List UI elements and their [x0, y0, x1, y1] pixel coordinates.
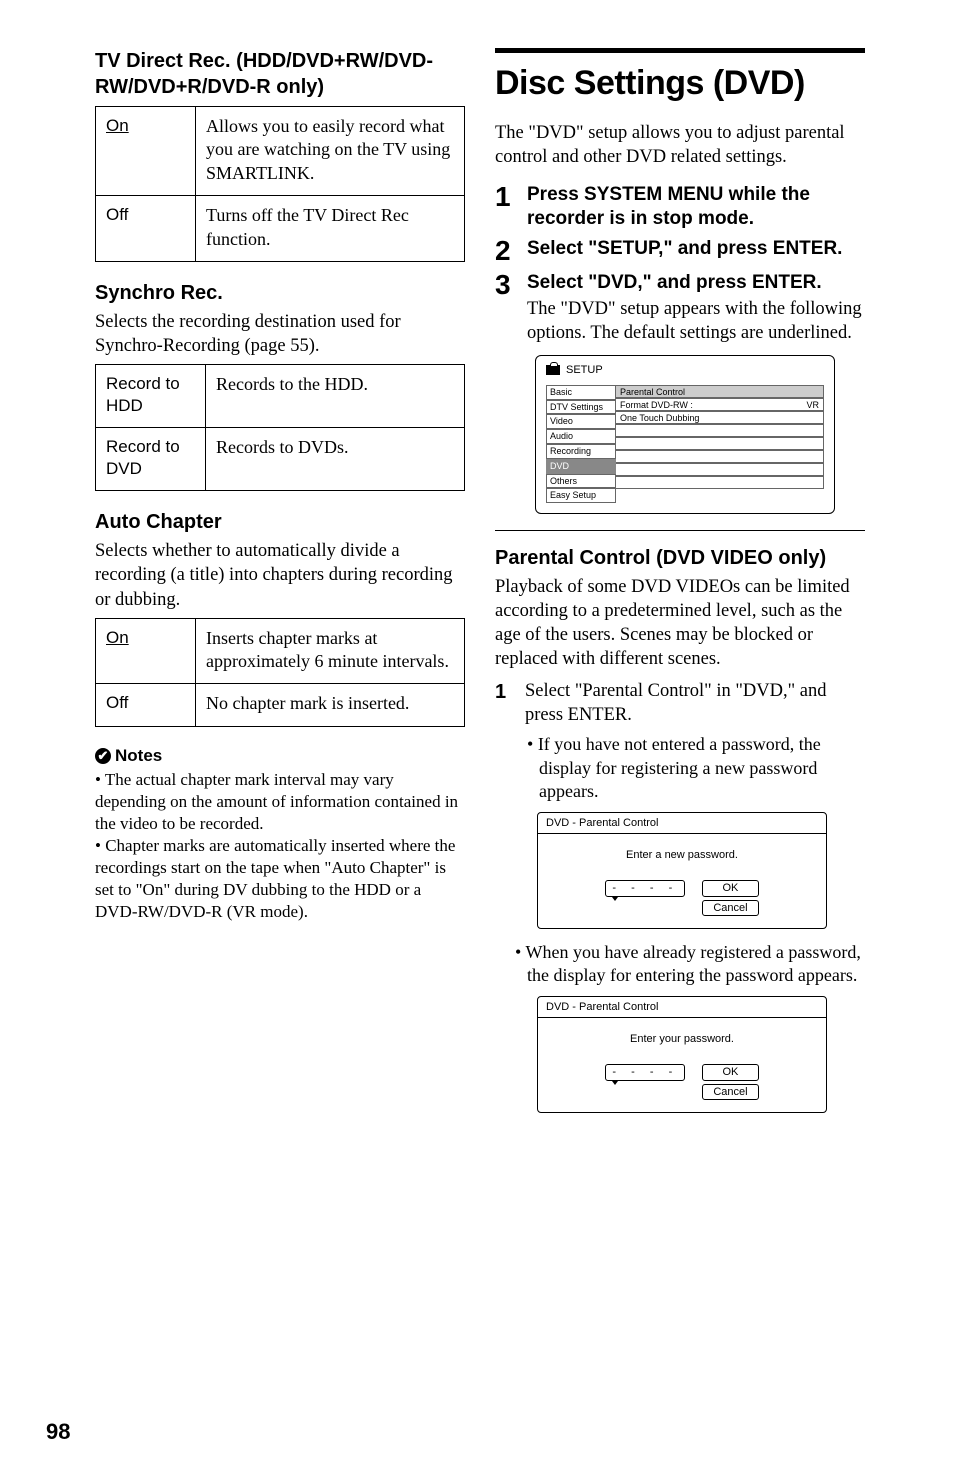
- setup-item-empty: [616, 476, 824, 489]
- dialog-title: DVD - Parental Control: [538, 813, 826, 834]
- opt-key: Off: [96, 684, 196, 726]
- substep-body: Select "Parental Control" in "DVD," and …: [525, 679, 865, 727]
- step-text: Select "DVD," and press ENTER.: [527, 271, 865, 295]
- setup-tab: Video: [546, 414, 616, 429]
- opt-val: Allows you to easily record what you are…: [196, 107, 465, 196]
- opt-key: On: [106, 628, 129, 647]
- note-item: Chapter marks are automatically inserted…: [95, 835, 465, 923]
- setup-tab: Audio: [546, 429, 616, 444]
- osd-title: SETUP: [566, 364, 603, 377]
- substep-number: 1: [495, 679, 513, 727]
- sub-bullet: If you have not entered a password, the …: [527, 733, 865, 803]
- dialog-new-password: DVD - Parental Control Enter a new passw…: [537, 812, 827, 929]
- auto-chapter-body: Selects whether to automatically divide …: [95, 539, 465, 611]
- setup-tab: Easy Setup: [546, 488, 616, 503]
- ok-button[interactable]: OK: [702, 880, 758, 896]
- step-number: 3: [495, 271, 515, 345]
- osd-setup-screen: SETUP Basic DTV Settings Video Audio Rec…: [535, 355, 835, 515]
- setup-item-empty: [616, 437, 824, 450]
- step-number: 2: [495, 237, 515, 265]
- synchro-rec-heading: Synchro Rec.: [95, 280, 465, 306]
- setup-tab: Others: [546, 474, 616, 489]
- auto-chapter-table: On Inserts chapter marks at approximatel…: [95, 618, 465, 727]
- opt-val: Records to DVDs.: [206, 428, 465, 491]
- setup-item-empty: [616, 424, 824, 437]
- step-text: Press SYSTEM MENU while the recorder is …: [527, 183, 865, 231]
- auto-chapter-heading: Auto Chapter: [95, 509, 465, 535]
- section-rule: [495, 48, 865, 53]
- cancel-button[interactable]: Cancel: [702, 900, 758, 916]
- parental-control-body: Playback of some DVD VIDEOs can be limit…: [495, 575, 865, 671]
- opt-key: On: [106, 116, 129, 135]
- section-lead: The "DVD" setup allows you to adjust par…: [495, 121, 865, 169]
- sub-bullet: When you have already registered a passw…: [515, 941, 865, 988]
- opt-val: Turns off the TV Direct Rec function.: [196, 196, 465, 262]
- dialog-title: DVD - Parental Control: [538, 997, 826, 1018]
- notes-heading: ✔ Notes: [95, 745, 465, 767]
- setup-item-empty: [616, 463, 824, 476]
- setup-item-value: VR: [806, 400, 819, 409]
- dialog-message: Enter a new password.: [546, 848, 818, 862]
- ok-button[interactable]: OK: [702, 1064, 758, 1080]
- setup-item: One Touch Dubbing: [616, 411, 824, 424]
- step-number: 1: [495, 183, 515, 231]
- setup-item-selected: Parental Control: [616, 385, 824, 398]
- setup-item-label: Parental Control: [620, 387, 685, 396]
- notes-list: The actual chapter mark interval may var…: [95, 769, 465, 924]
- opt-key: Record to HDD: [96, 365, 206, 428]
- opt-val: No chapter mark is inserted.: [196, 684, 465, 726]
- notes-label: Notes: [115, 745, 162, 767]
- section-title: Disc Settings (DVD): [495, 61, 865, 105]
- cancel-button[interactable]: Cancel: [702, 1084, 758, 1100]
- opt-key: Record to DVD: [96, 428, 206, 491]
- setup-item-label: Format DVD-RW :: [620, 400, 693, 409]
- setup-tabs: Basic DTV Settings Video Audio Recording…: [546, 385, 616, 503]
- tv-direct-rec-table: On Allows you to easily record what you …: [95, 106, 465, 262]
- setup-item-label: One Touch Dubbing: [620, 413, 699, 422]
- opt-val: Inserts chapter marks at approximately 6…: [196, 618, 465, 684]
- note-item: The actual chapter mark interval may var…: [95, 769, 465, 835]
- setup-tab-selected: DVD: [546, 459, 616, 474]
- note-icon: ✔: [95, 748, 111, 764]
- setup-tab: DTV Settings: [546, 400, 616, 415]
- setup-icon: [546, 365, 560, 375]
- setup-tab: Recording: [546, 444, 616, 459]
- parental-control-heading: Parental Control (DVD VIDEO only): [495, 545, 865, 571]
- dialog-enter-password: DVD - Parental Control Enter your passwo…: [537, 996, 827, 1113]
- step-text: Select "SETUP," and press ENTER.: [527, 237, 865, 261]
- page-number: 98: [46, 1418, 70, 1447]
- password-field[interactable]: - - - -: [605, 880, 685, 897]
- setup-item: Format DVD-RW : VR: [616, 398, 824, 411]
- dialog-message: Enter your password.: [546, 1032, 818, 1046]
- synchro-rec-body: Selects the recording destination used f…: [95, 310, 465, 358]
- opt-key: Off: [96, 196, 196, 262]
- tv-direct-rec-heading: TV Direct Rec. (HDD/DVD+RW/DVD-RW/DVD+R/…: [95, 48, 465, 100]
- setup-tab: Basic: [546, 385, 616, 400]
- divider: [495, 530, 865, 531]
- step-body: The "DVD" setup appears with the followi…: [527, 297, 865, 345]
- synchro-rec-table: Record to HDD Records to the HDD. Record…: [95, 364, 465, 491]
- opt-val: Records to the HDD.: [206, 365, 465, 428]
- setup-items: Parental Control Format DVD-RW : VR One T…: [616, 385, 824, 503]
- setup-item-empty: [616, 450, 824, 463]
- password-field[interactable]: - - - -: [605, 1064, 685, 1081]
